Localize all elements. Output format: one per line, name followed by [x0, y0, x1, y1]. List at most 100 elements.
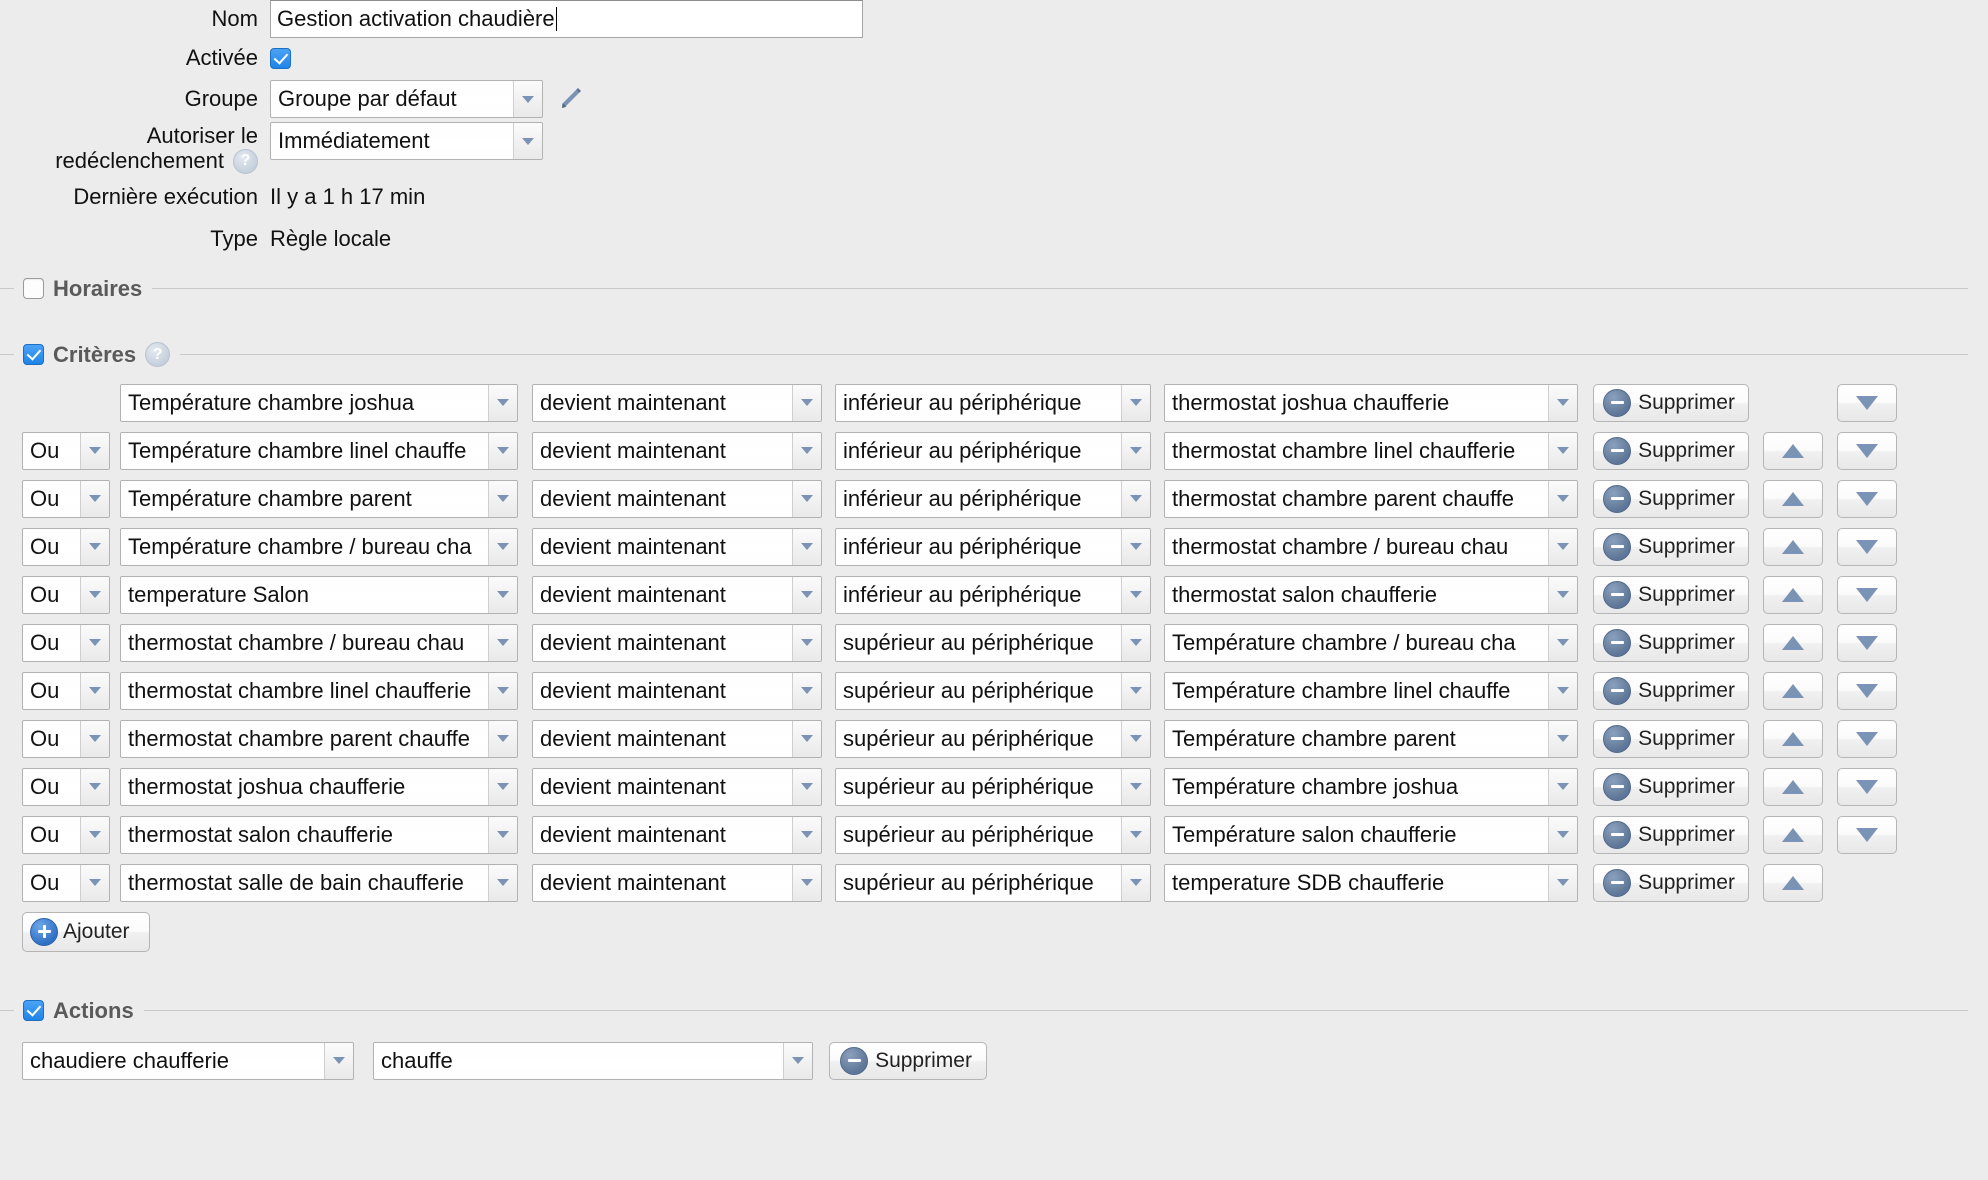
criteria-delete-button[interactable]: Supprimer — [1593, 719, 1749, 758]
action-command-select[interactable]: chauffe — [373, 1041, 813, 1080]
criteria-comparator-select[interactable]: supérieur au périphérique — [835, 863, 1151, 902]
criteria-source-select[interactable]: Température chambre linel chauffe — [120, 431, 518, 470]
criteria-move-down-button[interactable] — [1837, 671, 1897, 710]
criteria-delete-button[interactable]: Supprimer — [1593, 863, 1749, 902]
retrigger-select[interactable]: Immédiatement — [270, 122, 543, 160]
criteria-move-up-button[interactable] — [1763, 527, 1823, 566]
criteria-move-up-button[interactable] — [1763, 479, 1823, 518]
criteria-move-down-button[interactable] — [1837, 815, 1897, 854]
criteria-join-select[interactable]: Ou — [22, 815, 110, 854]
criteria-operator-select[interactable]: devient maintenant — [532, 575, 822, 614]
criteria-comparator-select[interactable]: supérieur au périphérique — [835, 815, 1151, 854]
criteria-target-select[interactable]: Température chambre parent — [1164, 719, 1578, 758]
criteria-delete-button[interactable]: Supprimer — [1593, 479, 1749, 518]
criteria-move-down-button[interactable] — [1837, 527, 1897, 566]
horaires-checkbox[interactable] — [23, 278, 44, 300]
name-input[interactable]: Gestion activation chaudière — [270, 0, 863, 38]
criteria-operator-select[interactable]: devient maintenant — [532, 431, 822, 470]
action-device-select[interactable]: chaudiere chaufferie — [22, 1041, 354, 1080]
criteria-comparator-select[interactable]: supérieur au périphérique — [835, 719, 1151, 758]
criteria-move-down-button[interactable] — [1837, 719, 1897, 758]
criteria-move-up-button[interactable] — [1763, 671, 1823, 710]
criteria-move-up-button[interactable] — [1763, 815, 1823, 854]
criteria-source-select[interactable]: Température chambre joshua — [120, 383, 518, 422]
arrow-up-icon — [1782, 731, 1804, 746]
criteria-move-down-button[interactable] — [1837, 383, 1897, 422]
criteria-join-select[interactable]: Ou — [22, 431, 110, 470]
criteria-comparator-select[interactable]: supérieur au périphérique — [835, 671, 1151, 710]
criteria-operator-select[interactable]: devient maintenant — [532, 527, 822, 566]
criteria-source-select[interactable]: thermostat chambre parent chauffe — [120, 719, 518, 758]
criteria-delete-button[interactable]: Supprimer — [1593, 671, 1749, 710]
criteria-target-select[interactable]: thermostat chambre / bureau chau — [1164, 527, 1578, 566]
criteria-target-select[interactable]: thermostat joshua chaufferie — [1164, 383, 1578, 422]
criteria-operator-select[interactable]: devient maintenant — [532, 719, 822, 758]
criteria-join-select[interactable]: Ou — [22, 767, 110, 806]
criteria-comparator-select[interactable]: supérieur au périphérique — [835, 767, 1151, 806]
criteria-target-select[interactable]: thermostat chambre parent chauffe — [1164, 479, 1578, 518]
add-criterion-button[interactable]: Ajouter — [22, 911, 150, 952]
criteria-move-up-button[interactable] — [1763, 719, 1823, 758]
criteria-delete-button[interactable]: Supprimer — [1593, 767, 1749, 806]
criteria-source-select[interactable]: temperature Salon — [120, 575, 518, 614]
criteria-delete-button[interactable]: Supprimer — [1593, 575, 1749, 614]
criteria-source-select[interactable]: Température chambre / bureau cha — [120, 527, 518, 566]
criteria-move-up-button[interactable] — [1763, 767, 1823, 806]
criteria-target-select[interactable]: temperature SDB chaufferie — [1164, 863, 1578, 902]
group-select[interactable]: Groupe par défaut — [270, 80, 543, 118]
criteria-delete-button[interactable]: Supprimer — [1593, 383, 1749, 422]
criteria-comparator-select[interactable]: inférieur au périphérique — [835, 575, 1151, 614]
criteria-comparator-select[interactable]: inférieur au périphérique — [835, 431, 1151, 470]
criteria-join-select[interactable]: Ou — [22, 623, 110, 662]
criteres-checkbox[interactable] — [23, 344, 44, 366]
pencil-icon[interactable] — [557, 85, 585, 113]
criteria-move-down-button[interactable] — [1837, 431, 1897, 470]
criteria-operator-select[interactable]: devient maintenant — [532, 671, 822, 710]
criteria-operator-select[interactable]: devient maintenant — [532, 623, 822, 662]
criteria-comparator-select[interactable]: supérieur au périphérique — [835, 623, 1151, 662]
criteria-move-down-button[interactable] — [1837, 623, 1897, 662]
criteria-join-select[interactable]: Ou — [22, 671, 110, 710]
criteria-join-select[interactable]: Ou — [22, 863, 110, 902]
criteria-delete-button[interactable]: Supprimer — [1593, 815, 1749, 854]
criteria-source-select[interactable]: thermostat joshua chaufferie — [120, 767, 518, 806]
criteria-target-select[interactable]: Température chambre linel chauffe — [1164, 671, 1578, 710]
retrigger-help-icon[interactable]: ? — [233, 148, 258, 174]
criteria-move-up-button[interactable] — [1763, 863, 1823, 902]
criteria-target-select[interactable]: Température chambre joshua — [1164, 767, 1578, 806]
criteria-operator-select[interactable]: devient maintenant — [532, 767, 822, 806]
criteria-join-select[interactable]: Ou — [22, 479, 110, 518]
criteria-operator-select[interactable]: devient maintenant — [532, 383, 822, 422]
criteria-join-select[interactable]: Ou — [22, 575, 110, 614]
criteria-source-select[interactable]: thermostat chambre linel chaufferie — [120, 671, 518, 710]
criteria-source-select[interactable]: Température chambre parent — [120, 479, 518, 518]
criteria-move-down-button[interactable] — [1837, 767, 1897, 806]
criteria-join-select[interactable]: Ou — [22, 527, 110, 566]
criteria-move-up-button[interactable] — [1763, 623, 1823, 662]
criteria-target-select[interactable]: thermostat chambre linel chaufferie — [1164, 431, 1578, 470]
criteria-source-select[interactable]: thermostat salle de bain chaufferie — [120, 863, 518, 902]
criteria-join-select[interactable]: Ou — [22, 719, 110, 758]
action-delete-button[interactable]: Supprimer — [829, 1041, 987, 1080]
criteria-move-down-button[interactable] — [1837, 479, 1897, 518]
criteria-source-select[interactable]: thermostat chambre / bureau chau — [120, 623, 518, 662]
criteria-delete-button[interactable]: Supprimer — [1593, 431, 1749, 470]
criteres-help-icon[interactable]: ? — [145, 342, 171, 368]
criteria-operator-select[interactable]: devient maintenant — [532, 479, 822, 518]
actions-checkbox[interactable] — [23, 1000, 44, 1022]
criteria-source-select[interactable]: thermostat salon chaufferie — [120, 815, 518, 854]
criteria-move-up-button[interactable] — [1763, 575, 1823, 614]
criteria-comparator-select[interactable]: inférieur au périphérique — [835, 527, 1151, 566]
criteria-comparator-select[interactable]: inférieur au périphérique — [835, 479, 1151, 518]
criteria-target-select[interactable]: Température salon chaufferie — [1164, 815, 1578, 854]
criteria-target-select[interactable]: Température chambre / bureau cha — [1164, 623, 1578, 662]
criteria-delete-button[interactable]: Supprimer — [1593, 527, 1749, 566]
criteria-delete-button[interactable]: Supprimer — [1593, 623, 1749, 662]
criteria-operator-select[interactable]: devient maintenant — [532, 863, 822, 902]
criteria-move-down-button[interactable] — [1837, 575, 1897, 614]
enabled-checkbox[interactable] — [270, 47, 291, 69]
criteria-comparator-select[interactable]: inférieur au périphérique — [835, 383, 1151, 422]
criteria-operator-select[interactable]: devient maintenant — [532, 815, 822, 854]
criteria-move-up-button[interactable] — [1763, 431, 1823, 470]
criteria-target-select[interactable]: thermostat salon chaufferie — [1164, 575, 1578, 614]
